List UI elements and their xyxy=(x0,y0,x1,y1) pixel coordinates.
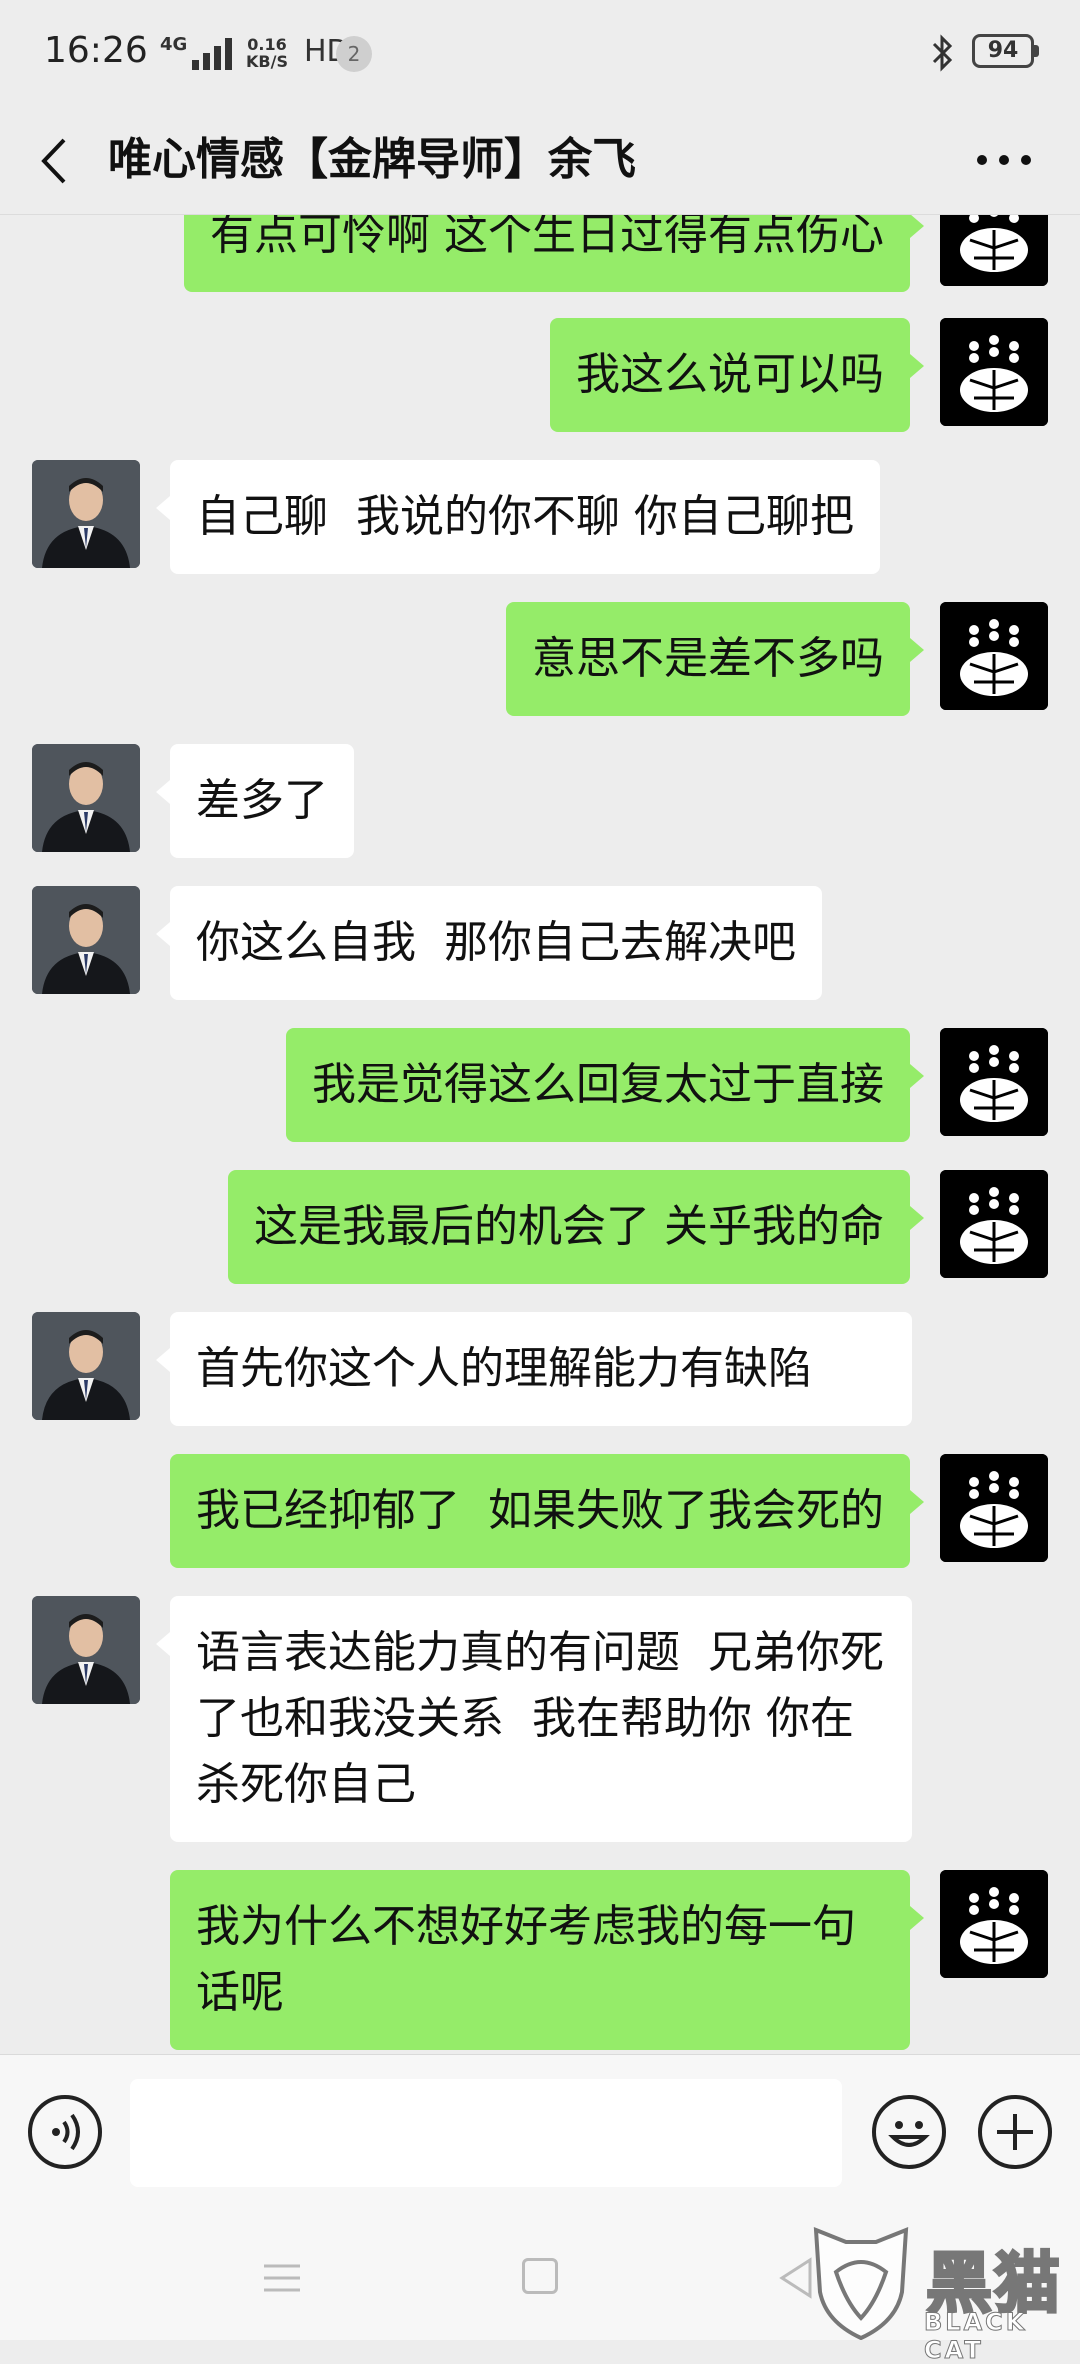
speed-unit: KB/S xyxy=(246,52,288,71)
page-title: 唯心情感【金牌导师】余飞 xyxy=(108,134,636,185)
chevron-left-icon[interactable] xyxy=(34,132,74,190)
paulownia-crest-icon xyxy=(940,1454,1048,1562)
network-type: 4G xyxy=(160,34,188,55)
message-bubble-outgoing[interactable]: 我这么说可以吗 xyxy=(550,318,924,432)
message-bubble-incoming[interactable]: 首先你这个人的理解能力有缺陷 xyxy=(156,1312,912,1426)
my-avatar[interactable] xyxy=(940,602,1048,710)
cat-shield-logo-icon xyxy=(813,2226,909,2340)
watermark-subtext: BLACK CAT xyxy=(924,2308,1028,2364)
person-photo-icon xyxy=(32,1596,140,1704)
smiley-face-icon xyxy=(888,2121,930,2147)
message-bubble-incoming[interactable]: 你这么自我 那你自己去解决吧 xyxy=(156,886,822,1000)
paulownia-crest-icon xyxy=(940,1870,1048,1978)
my-avatar[interactable] xyxy=(940,1170,1048,1278)
message-bubble-outgoing[interactable]: 我已经抑郁了 如果失败了我会死的 xyxy=(170,1454,924,1568)
bluetooth-icon xyxy=(932,34,953,72)
paulownia-crest-icon xyxy=(940,1170,1048,1278)
contact-avatar[interactable] xyxy=(32,1312,140,1420)
my-avatar[interactable] xyxy=(940,1028,1048,1136)
person-photo-icon xyxy=(32,744,140,852)
input-bar xyxy=(0,2054,1080,2215)
chat-header: 唯心情感【金牌导师】余飞 xyxy=(0,108,1080,215)
message-list[interactable]: 有点可怜啊 这个生日过得有点伤心 我这么说可以吗 自己聊 我说的你不聊 你自己聊… xyxy=(0,214,1080,2054)
home-button[interactable] xyxy=(522,2258,558,2294)
message-bubble-incoming[interactable]: 差多了 xyxy=(156,744,354,858)
contact-avatar[interactable] xyxy=(32,886,140,994)
message-bubble-incoming[interactable]: 自己聊 我说的你不聊 你自己聊把 xyxy=(156,460,880,574)
person-photo-icon xyxy=(32,460,140,568)
message-input[interactable] xyxy=(130,2079,842,2187)
person-photo-icon xyxy=(32,886,140,994)
network-speed: 0.16 KB/S xyxy=(246,36,288,70)
more-dots-icon[interactable] xyxy=(974,148,1034,172)
paulownia-crest-icon xyxy=(940,214,1048,286)
contact-avatar[interactable] xyxy=(32,1596,140,1704)
speed-value: 0.16 xyxy=(247,35,287,54)
paulownia-crest-icon xyxy=(940,318,1048,426)
notification-badge: 2 xyxy=(336,36,372,72)
my-avatar[interactable] xyxy=(940,1870,1048,1978)
message-bubble-outgoing[interactable]: 有点可怜啊 这个生日过得有点伤心 xyxy=(184,214,924,292)
message-bubble-outgoing[interactable]: 意思不是差不多吗 xyxy=(506,602,924,716)
message-bubble-outgoing[interactable]: 我为什么不想好好考虑我的每一句话呢 xyxy=(170,1870,924,2050)
status-bar: 16:26 4G 0.16 KB/S HD 2 94 xyxy=(0,0,1080,108)
voice-icon[interactable] xyxy=(28,2095,102,2169)
add-icon xyxy=(997,2114,1033,2150)
black-cat-watermark: 黑猫 BLACK CAT xyxy=(806,2222,1080,2364)
contact-avatar[interactable] xyxy=(32,744,140,852)
signal-icon xyxy=(192,38,232,70)
message-bubble-outgoing[interactable]: 这是我最后的机会了 关乎我的命 xyxy=(228,1170,924,1284)
my-avatar[interactable] xyxy=(940,1454,1048,1562)
my-avatar[interactable] xyxy=(940,214,1048,286)
paulownia-crest-icon xyxy=(940,602,1048,710)
contact-avatar[interactable] xyxy=(32,460,140,568)
message-bubble-incoming[interactable]: 语言表达能力真的有问题 兄弟你死了也和我没关系 我在帮助你 你在杀死你自己 xyxy=(156,1596,912,1842)
paulownia-crest-icon xyxy=(940,1028,1048,1136)
emoji-icon[interactable] xyxy=(872,2095,946,2169)
message-bubble-outgoing[interactable]: 我是觉得这么回复太过于直接 xyxy=(286,1028,924,1142)
status-time: 16:26 xyxy=(44,30,148,71)
my-avatar[interactable] xyxy=(940,318,1048,426)
voice-waves-icon xyxy=(52,2113,80,2151)
person-photo-icon xyxy=(32,1312,140,1420)
menu-icon[interactable] xyxy=(262,2260,302,2296)
plus-icon[interactable] xyxy=(978,2095,1052,2169)
battery-indicator: 94 xyxy=(972,34,1039,68)
